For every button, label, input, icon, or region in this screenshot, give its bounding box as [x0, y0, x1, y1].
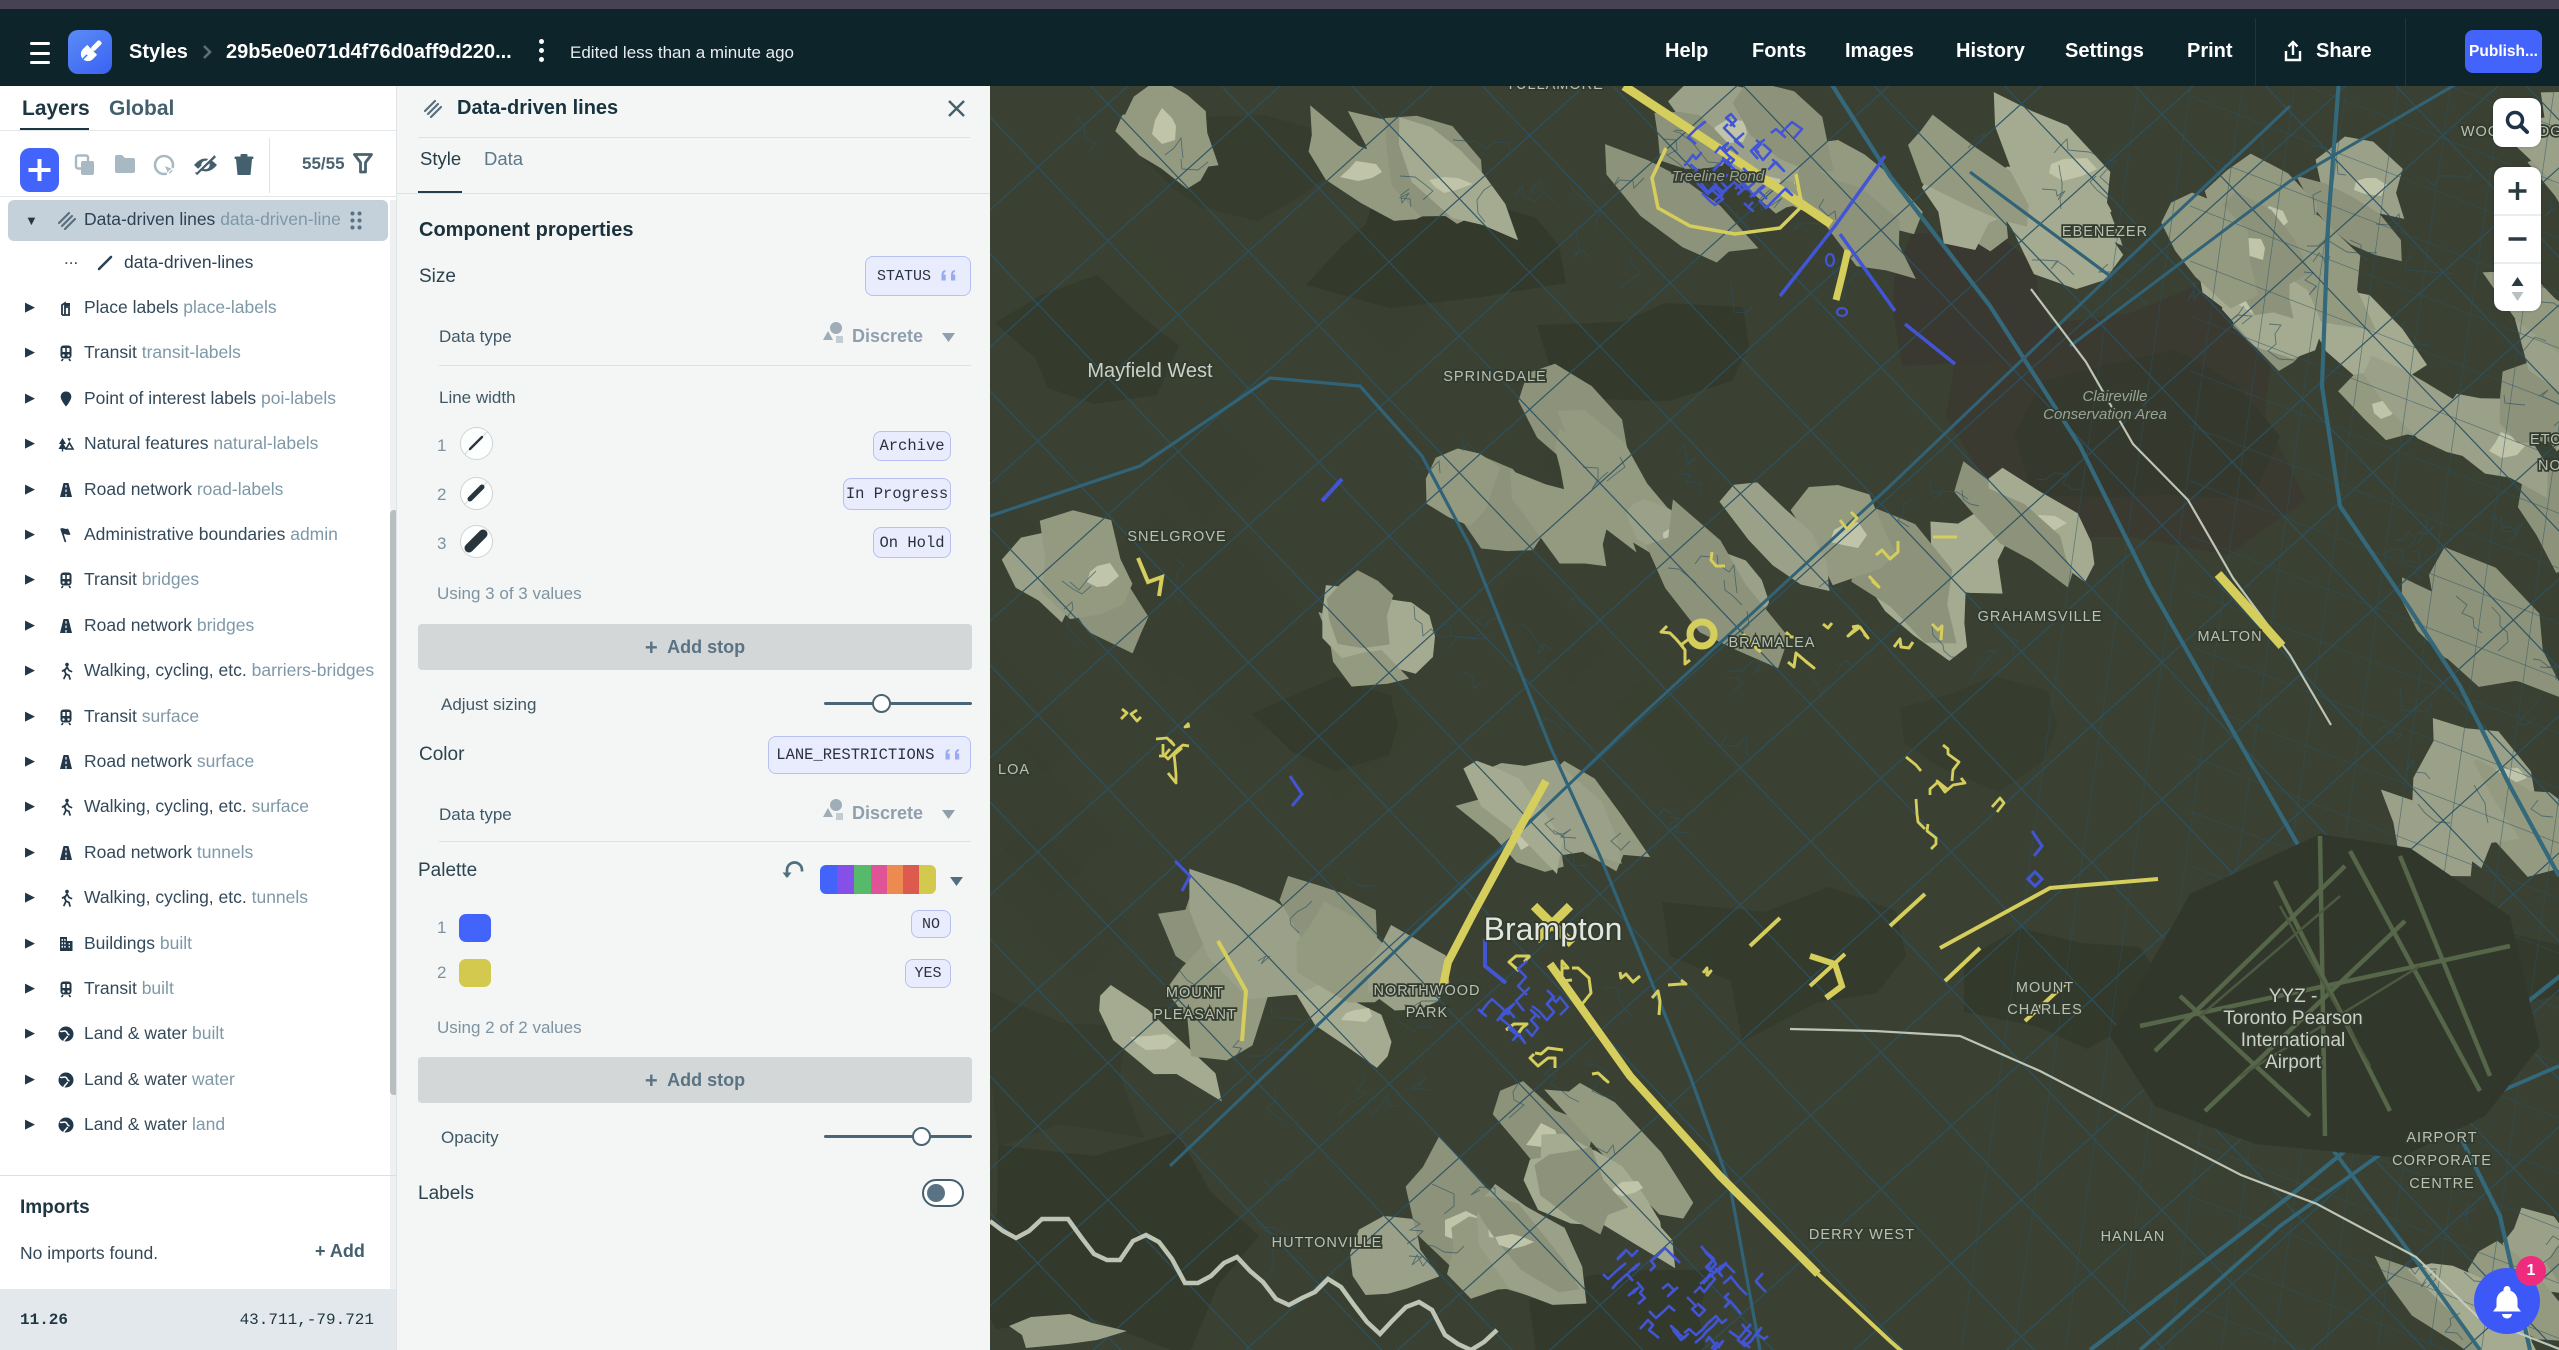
svg-text:CHARLES: CHARLES: [2007, 1002, 2083, 1018]
svg-text:Airport: Airport: [2265, 1052, 2322, 1073]
svg-text:CENTRE: CENTRE: [2409, 1176, 2475, 1192]
svg-text:AIRPORT: AIRPORT: [2406, 1130, 2477, 1146]
svg-text:MOUNT: MOUNT: [2016, 980, 2074, 996]
svg-text:TULLAMORE: TULLAMORE: [1506, 86, 1604, 93]
svg-text:CORPORATE: CORPORATE: [2392, 1153, 2492, 1169]
svg-text:HANLAN: HANLAN: [2101, 1229, 2166, 1245]
svg-text:Treeline Pond: Treeline Pond: [1672, 168, 1765, 185]
svg-text:SNELGROVE: SNELGROVE: [1127, 529, 1226, 545]
svg-text:LOA: LOA: [998, 762, 1030, 778]
svg-text:PLEASANT: PLEASANT: [1153, 1007, 1237, 1023]
svg-text:ETOBICO: ETOBICO: [2530, 432, 2559, 448]
svg-text:Brampton: Brampton: [1484, 911, 1623, 947]
svg-text:YYZ -: YYZ -: [2269, 986, 2318, 1007]
svg-text:Mayfield West: Mayfield West: [1087, 360, 1213, 382]
svg-text:HUTTONVILLE: HUTTONVILLE: [1272, 1235, 1383, 1251]
svg-text:Conservation Area: Conservation Area: [2043, 406, 2167, 423]
svg-text:SPRINGDALE: SPRINGDALE: [1443, 369, 1546, 385]
svg-text:MOUNT: MOUNT: [1166, 985, 1224, 1001]
svg-text:Claireville: Claireville: [2082, 388, 2147, 405]
svg-text:EBENEZER: EBENEZER: [2062, 224, 2148, 240]
svg-text:PARK: PARK: [1406, 1005, 1448, 1021]
svg-text:NORTHWOOD: NORTHWOOD: [1373, 983, 1480, 999]
svg-text:NORTH: NORTH: [2538, 458, 2559, 474]
svg-text:DERRY WEST: DERRY WEST: [1809, 1227, 1915, 1243]
svg-text:International: International: [2241, 1030, 2346, 1051]
svg-text:GRAHAMSVILLE: GRAHAMSVILLE: [1978, 609, 2103, 625]
svg-text:MALTON: MALTON: [2197, 629, 2262, 645]
svg-text:Toronto Pearson: Toronto Pearson: [2223, 1008, 2362, 1029]
svg-text:BRAMALEA: BRAMALEA: [1729, 635, 1816, 651]
